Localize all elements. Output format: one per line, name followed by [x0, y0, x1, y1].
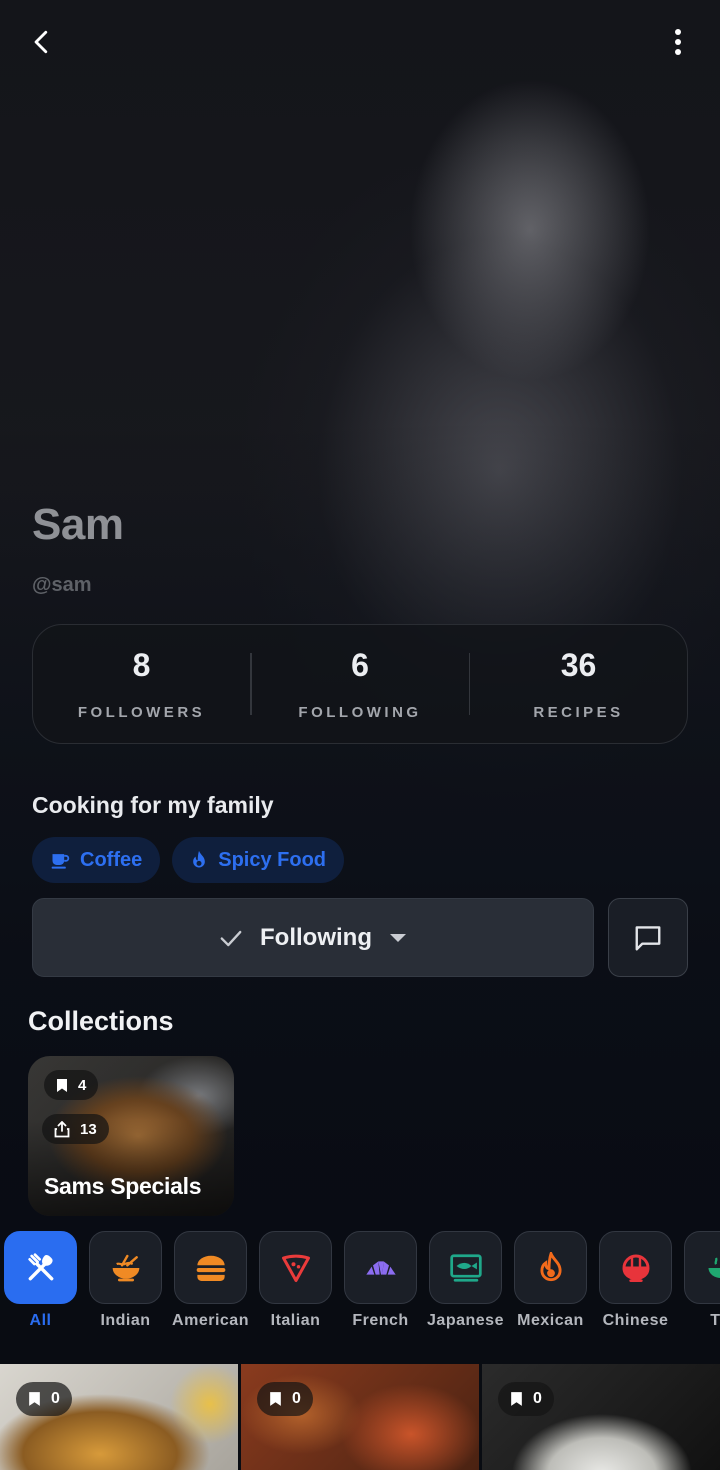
recipe-saves-count: 0: [533, 1390, 542, 1407]
recipes-label: RECIPES: [533, 704, 624, 721]
recipe-card[interactable]: 0: [482, 1364, 720, 1470]
followers-label: FOLLOWERS: [77, 704, 206, 721]
cuisine-thai[interactable]: Th: [684, 1231, 720, 1341]
checkmark-icon: [220, 930, 242, 946]
more-vertical-icon: [675, 29, 681, 55]
cuisine-indian[interactable]: Indian: [89, 1231, 162, 1341]
chili-flame-icon: [539, 1251, 562, 1281]
recipe-grid: 0 0 0: [0, 1364, 720, 1470]
cuisine-mexican[interactable]: Mexican: [514, 1231, 587, 1341]
cuisine-label: Japanese: [427, 1312, 504, 1329]
tag-spicy-food[interactable]: Spicy Food: [172, 837, 345, 883]
cuisine-label: All: [29, 1312, 52, 1329]
cuisine-label: Mexican: [517, 1312, 584, 1329]
profile-name: Sam: [32, 500, 124, 549]
soup-icon: [708, 1256, 720, 1278]
interest-tags: Coffee Spicy Food: [32, 837, 345, 883]
chat-bubble-icon: [635, 925, 661, 950]
bookmark-icon: [29, 1392, 40, 1406]
fork-knife-icon: [27, 1252, 53, 1280]
recipe-saves-badge: 0: [257, 1382, 313, 1416]
cuisine-label: Indian: [100, 1312, 151, 1329]
pizza-slice-icon: [281, 1254, 310, 1282]
profile-handle: @sam: [32, 574, 92, 596]
recipe-saves-badge: 0: [498, 1382, 554, 1416]
back-button[interactable]: [22, 22, 62, 62]
more-options-button[interactable]: [658, 22, 698, 62]
collection-saves-badge: 4: [44, 1070, 99, 1100]
following-label: FOLLOWING: [298, 704, 422, 721]
burger-icon: [196, 1255, 225, 1281]
rice-bowl-icon: [622, 1254, 649, 1282]
recipes-stat[interactable]: 36 RECIPES: [470, 647, 687, 721]
cuisine-filter-bar: All Indian American Italian French Japan…: [4, 1231, 720, 1341]
collection-saves-count: 4: [78, 1076, 87, 1094]
cuisine-label: Chinese: [602, 1312, 669, 1329]
flame-icon: [193, 850, 206, 868]
followers-count: 8: [132, 647, 151, 683]
coffee-cup-icon: [51, 854, 70, 869]
cuisine-japanese[interactable]: Japanese: [427, 1231, 504, 1341]
recipe-saves-badge: 0: [16, 1382, 72, 1416]
cuisine-label: American: [172, 1312, 249, 1329]
cuisine-french[interactable]: French: [344, 1231, 417, 1341]
cuisine-label: French: [352, 1312, 409, 1329]
recipe-card[interactable]: 0: [241, 1364, 479, 1470]
tag-label: Spicy Food: [218, 848, 327, 871]
profile-bio: Cooking for my family: [32, 792, 274, 818]
following-button-label: Following: [260, 923, 372, 951]
collection-card[interactable]: 4 13 Sams Specials: [28, 1056, 234, 1216]
tag-label: Coffee: [80, 848, 143, 871]
recipe-saves-count: 0: [292, 1390, 301, 1407]
cuisine-all[interactable]: All: [4, 1231, 77, 1341]
noodle-bowl-icon: [112, 1254, 139, 1281]
collection-shares-count: 13: [80, 1120, 97, 1138]
cuisine-label: Th: [710, 1312, 720, 1329]
followers-stat[interactable]: 8 FOLLOWERS: [33, 647, 250, 721]
following-count: 6: [351, 647, 369, 683]
fish-icon: [449, 1253, 482, 1282]
cuisine-label: Italian: [270, 1312, 321, 1329]
collections-heading: Collections: [28, 1006, 174, 1036]
caret-down-icon: [389, 933, 406, 942]
following-button[interactable]: Following: [32, 898, 594, 977]
bookmark-icon: [270, 1392, 281, 1406]
bookmark-icon: [511, 1392, 522, 1406]
collection-shares-badge: 13: [42, 1114, 109, 1144]
chevron-left-icon: [34, 30, 48, 54]
bookmark-icon: [57, 1078, 67, 1092]
share-icon: [54, 1120, 70, 1137]
stats-card: 8 FOLLOWERS 6 FOLLOWING 36 RECIPES: [32, 624, 688, 744]
message-button[interactable]: [608, 898, 688, 977]
croissant-icon: [365, 1260, 396, 1275]
cuisine-american[interactable]: American: [172, 1231, 249, 1341]
collection-title: Sams Specials: [44, 1173, 202, 1199]
cuisine-italian[interactable]: Italian: [259, 1231, 332, 1341]
cuisine-chinese[interactable]: Chinese: [599, 1231, 672, 1341]
tag-coffee[interactable]: Coffee: [32, 837, 161, 883]
following-stat[interactable]: 6 FOLLOWING: [252, 647, 469, 721]
recipes-count: 36: [560, 647, 597, 683]
recipe-card[interactable]: 0: [0, 1364, 238, 1470]
recipe-saves-count: 0: [51, 1390, 60, 1407]
